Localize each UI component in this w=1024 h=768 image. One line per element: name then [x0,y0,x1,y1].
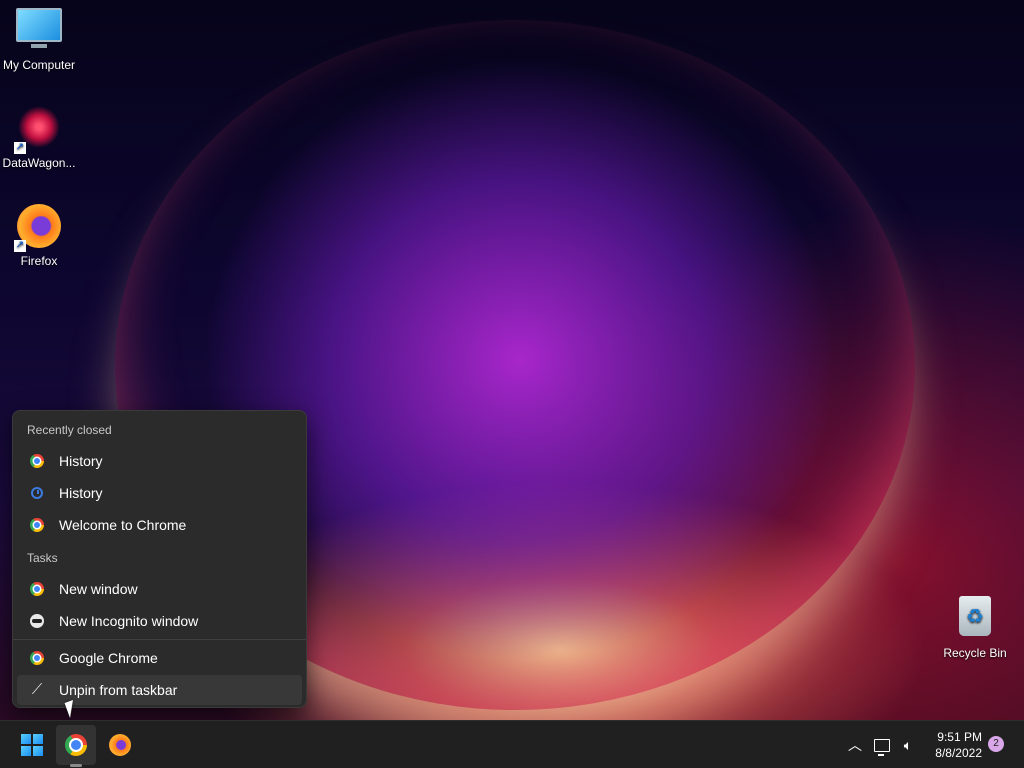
incognito-icon [29,613,45,629]
firefox-icon: ↗ [14,204,62,252]
datawagon-icon: ↗ [14,106,62,154]
clock-time: 9:51 PM [937,730,982,744]
chrome-icon [29,650,45,666]
chrome-icon [29,453,45,469]
jump-item-welcome-to-chrome[interactable]: Welcome to Chrome [17,510,302,540]
desktop-icon-firefox[interactable]: ↗ Firefox [1,204,77,268]
jump-item-label: Google Chrome [59,650,158,666]
start-button[interactable] [12,725,52,765]
desktop-icon-my-computer[interactable]: My Computer [1,8,77,72]
firefox-icon [109,734,131,756]
jump-item-label: Unpin from taskbar [59,682,178,698]
jump-item-label: History [59,485,103,501]
jump-item-history[interactable]: History [17,446,302,476]
show-hidden-icons-button[interactable]: ︿ [846,721,864,768]
desktop-icon-label: My Computer [2,58,76,72]
jump-item-label: New window [59,581,138,597]
desktop-icon-label: DataWagon... [2,156,76,170]
task-new-window[interactable]: New window [17,574,302,604]
desktop-icon-label: Recycle Bin [943,646,1007,660]
menu-divider [13,639,306,640]
jump-item-history-2[interactable]: History [17,478,302,508]
network-button[interactable] [872,721,892,768]
notification-badge[interactable]: 2 [988,736,1004,752]
speaker-icon: 🔈︎ [903,736,913,753]
shortcut-arrow-icon: ↗ [14,240,26,252]
taskbar-firefox-button[interactable] [100,725,140,765]
network-icon [874,738,890,756]
unpin-from-taskbar[interactable]: ⟋ Unpin from taskbar [17,675,302,705]
windows-start-icon [21,734,43,756]
tasks-header: Tasks [27,551,58,565]
history-icon [29,485,45,501]
recently-closed-header: Recently closed [27,423,112,437]
desktop-icon-label: Firefox [20,254,58,268]
chevron-up-icon: ︿ [848,737,862,753]
shortcut-arrow-icon: ↗ [14,142,26,154]
volume-button[interactable]: 🔈︎ [898,721,918,768]
chrome-icon [65,734,87,756]
desktop-icon-recycle-bin[interactable]: Recycle Bin [937,596,1013,660]
chrome-icon [29,517,45,533]
recycle-bin-icon [952,596,998,642]
open-google-chrome[interactable]: Google Chrome [17,643,302,673]
jump-item-label: History [59,453,103,469]
chrome-jump-list: Recently closed History History Welcome … [12,410,307,708]
task-new-incognito-window[interactable]: New Incognito window [17,606,302,636]
clock-button[interactable]: 9:51 PM 8/8/2022 [924,729,982,761]
taskbar: ︿ 🔈︎ 9:51 PM 8/8/2022 [0,720,1024,768]
active-app-indicator [70,764,82,767]
monitor-icon [16,8,62,54]
jump-item-label: Welcome to Chrome [59,517,187,533]
unpin-icon: ⟋ [31,681,43,698]
clock-date: 8/8/2022 [935,746,982,760]
taskbar-chrome-button[interactable] [56,725,96,765]
jump-item-label: New Incognito window [59,613,199,629]
chrome-icon [29,581,45,597]
desktop-icon-datawagon[interactable]: ↗ DataWagon... [1,106,77,170]
